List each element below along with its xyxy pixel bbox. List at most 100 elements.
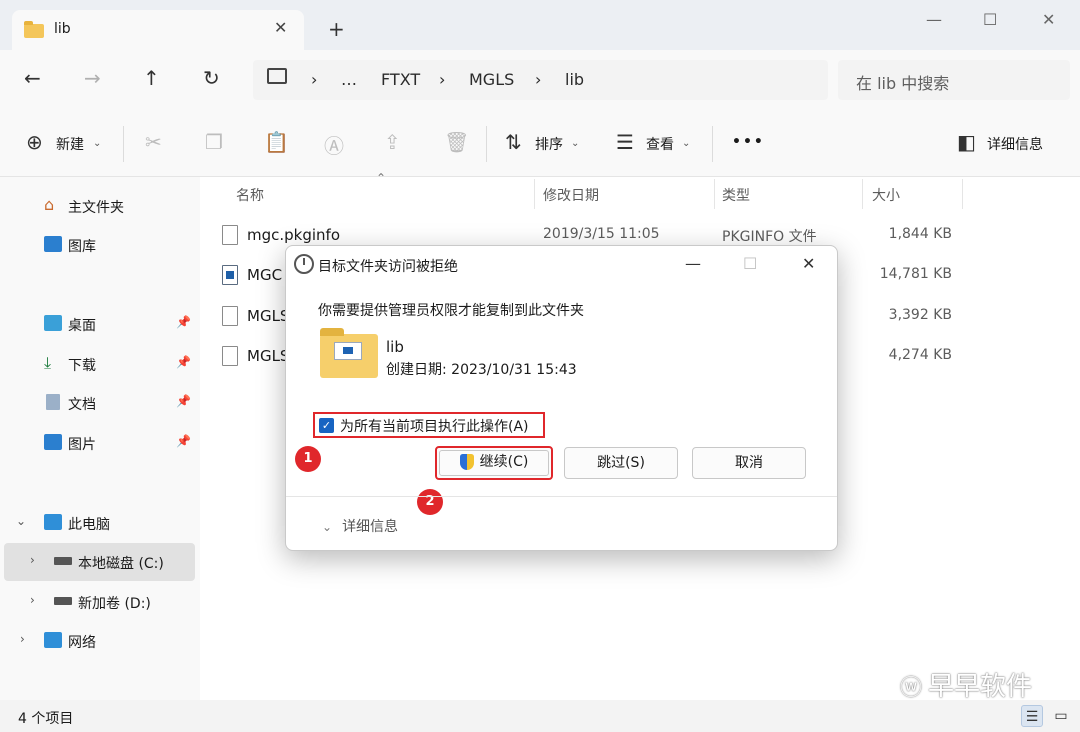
details-pane-icon[interactable]: ◧ bbox=[957, 130, 976, 154]
new-button[interactable]: 新建 bbox=[56, 134, 84, 154]
sidebar-item-desktop[interactable]: 桌面 📌 bbox=[0, 305, 195, 343]
file-icon bbox=[222, 346, 238, 366]
more-options-button[interactable]: ••• bbox=[732, 134, 765, 150]
divider bbox=[714, 179, 715, 209]
file-size: 14,781 KB bbox=[879, 266, 952, 282]
new-tab-button[interactable]: + bbox=[328, 19, 345, 39]
close-dialog-button[interactable]: ✕ bbox=[802, 254, 815, 273]
breadcrumb-separator-icon: › bbox=[535, 70, 542, 89]
column-header-date[interactable]: 修改日期 bbox=[543, 185, 599, 205]
breadcrumb-mgls[interactable]: MGLS bbox=[469, 70, 514, 89]
view-button[interactable]: 查看 bbox=[646, 134, 674, 154]
chevron-right-icon[interactable]: › bbox=[30, 593, 35, 607]
chevron-right-icon[interactable]: › bbox=[20, 632, 25, 646]
sidebar-item-label: 此电脑 bbox=[68, 517, 110, 533]
minimize-button[interactable]: — bbox=[926, 10, 942, 29]
pin-icon[interactable]: 📌 bbox=[176, 315, 191, 329]
computer-icon bbox=[267, 68, 287, 84]
pin-icon[interactable]: 📌 bbox=[176, 434, 191, 448]
chevron-down-icon: ⌄ bbox=[682, 138, 691, 149]
step-badge-1: 1 bbox=[295, 446, 321, 472]
refresh-icon[interactable]: ↻ bbox=[203, 66, 220, 90]
uac-shield-icon bbox=[459, 454, 474, 470]
clock-icon bbox=[294, 254, 314, 274]
column-header-type[interactable]: 类型 bbox=[722, 185, 750, 205]
cancel-button[interactable]: 取消 bbox=[692, 447, 806, 479]
chevron-down-icon: ⌄ bbox=[93, 138, 102, 149]
address-bar[interactable]: › … FTXT › MGLS › lib bbox=[253, 60, 828, 100]
cut-icon[interactable]: ✂ bbox=[145, 130, 162, 154]
share-icon[interactable]: ⇪ bbox=[384, 130, 401, 154]
continue-button[interactable]: 继续(C) bbox=[439, 450, 549, 476]
more-details-toggle[interactable]: ⌄ 详细信息 bbox=[322, 516, 398, 536]
close-window-button[interactable]: ✕ bbox=[1042, 10, 1055, 29]
computer-icon bbox=[44, 514, 62, 530]
rename-icon[interactable]: Ⓐ bbox=[324, 130, 344, 159]
item-count: 4 个项目 bbox=[18, 711, 74, 727]
dialog-message: 你需要提供管理员权限才能复制到此文件夹 bbox=[318, 303, 584, 319]
sidebar-item-label: 桌面 bbox=[68, 318, 96, 334]
folder-created-date: 创建日期: 2023/10/31 15:43 bbox=[386, 362, 577, 378]
sidebar-item-this-pc[interactable]: ⌄ 此电脑 bbox=[0, 504, 195, 542]
back-icon[interactable]: ← bbox=[24, 66, 41, 90]
file-name: MGLS bbox=[247, 347, 290, 365]
column-header-name[interactable]: 名称 bbox=[236, 185, 264, 205]
sidebar-item-local-disk-c[interactable]: › 本地磁盘 (C:) bbox=[4, 543, 195, 581]
home-icon: ⌂ bbox=[44, 195, 55, 214]
watermark-text: 早早软件 bbox=[928, 672, 1033, 702]
chevron-right-icon[interactable]: › bbox=[30, 553, 35, 567]
maximize-button[interactable]: ☐ bbox=[983, 10, 997, 29]
paste-icon[interactable]: 📋 bbox=[264, 130, 289, 154]
copy-icon[interactable]: ❐ bbox=[205, 130, 223, 154]
sidebar-item-label: 下载 bbox=[68, 358, 96, 374]
minimize-button[interactable]: — bbox=[685, 254, 701, 273]
apply-to-all-checkbox[interactable]: ✓ bbox=[319, 418, 334, 433]
view-icon[interactable]: ☰ bbox=[616, 130, 634, 154]
sidebar-item-home[interactable]: ⌂ 主文件夹 bbox=[0, 187, 195, 225]
sort-button[interactable]: 排序 bbox=[535, 134, 563, 154]
navigation-pane: ⌂ 主文件夹 图库 桌面 📌 ⤓ 下载 📌 文档 📌 图片 📌 ⌄ 此电脑 › … bbox=[0, 177, 200, 700]
pin-icon[interactable]: 📌 bbox=[176, 355, 191, 369]
breadcrumb-overflow[interactable]: … bbox=[341, 70, 357, 89]
file-size: 1,844 KB bbox=[888, 226, 952, 242]
chevron-down-icon[interactable]: ⌄ bbox=[16, 514, 26, 528]
forward-icon[interactable]: → bbox=[84, 66, 101, 90]
divider bbox=[286, 496, 837, 497]
new-plus-icon[interactable]: ⊕ bbox=[26, 130, 43, 154]
search-input[interactable]: 在 lib 中搜索 bbox=[838, 60, 1070, 100]
sidebar-item-pictures[interactable]: 图片 📌 bbox=[0, 424, 195, 462]
details-view-icon[interactable]: ☰ bbox=[1021, 705, 1043, 727]
application-icon bbox=[222, 265, 238, 285]
sidebar-item-label: 新加卷 (D:) bbox=[78, 596, 151, 612]
sidebar-item-volume-d[interactable]: › 新加卷 (D:) bbox=[0, 583, 195, 621]
apply-to-all-label[interactable]: 为所有当前项目执行此操作(A) bbox=[340, 416, 529, 436]
breadcrumb-separator-icon: › bbox=[439, 70, 446, 89]
breadcrumb-lib[interactable]: lib bbox=[565, 70, 584, 89]
tab-title: lib bbox=[54, 21, 71, 37]
sidebar-item-label: 主文件夹 bbox=[68, 200, 124, 216]
tiles-view-icon[interactable]: ▭ bbox=[1050, 705, 1072, 727]
sidebar-item-network[interactable]: › 网络 bbox=[0, 622, 195, 660]
chevron-down-icon: ⌄ bbox=[571, 138, 580, 149]
wechat-icon: ⓦ bbox=[900, 676, 923, 701]
skip-button[interactable]: 跳过(S) bbox=[564, 447, 678, 479]
breadcrumb-separator-icon: › bbox=[311, 70, 318, 89]
delete-icon[interactable]: 🗑 bbox=[444, 130, 469, 154]
tab-lib[interactable]: lib ✕ bbox=[12, 10, 304, 50]
details-button[interactable]: 详细信息 bbox=[987, 134, 1043, 154]
sidebar-item-documents[interactable]: 文档 📌 bbox=[0, 384, 195, 422]
sidebar-item-downloads[interactable]: ⤓ 下载 📌 bbox=[0, 345, 195, 383]
column-header-size[interactable]: 大小 bbox=[872, 185, 900, 205]
drive-icon bbox=[54, 597, 72, 605]
sort-icon[interactable]: ⇅ bbox=[505, 130, 522, 154]
file-icon bbox=[222, 225, 238, 245]
pin-icon[interactable]: 📌 bbox=[176, 394, 191, 408]
divider bbox=[534, 179, 535, 209]
file-size: 3,392 KB bbox=[888, 307, 952, 323]
divider bbox=[962, 179, 963, 209]
breadcrumb-ftxt[interactable]: FTXT bbox=[381, 70, 420, 89]
up-icon[interactable]: ↑ bbox=[143, 66, 160, 90]
close-tab-icon[interactable]: ✕ bbox=[274, 18, 287, 37]
maximize-button[interactable]: ☐ bbox=[743, 254, 757, 273]
sidebar-item-gallery[interactable]: 图库 bbox=[0, 226, 195, 264]
